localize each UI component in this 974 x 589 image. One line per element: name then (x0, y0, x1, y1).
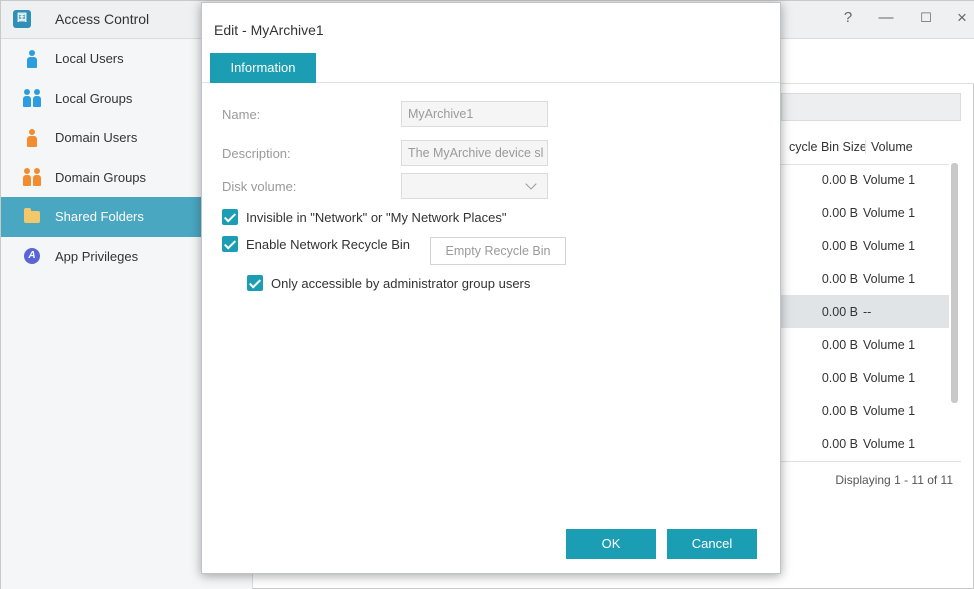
cell-volume: -- (863, 304, 872, 319)
chevron-down-icon (525, 178, 537, 190)
table-row[interactable]: 0.00 B Volume 1 (781, 361, 949, 394)
table-row[interactable]: 0.00 B Volume 1 (781, 427, 949, 460)
sidebar-item-label: Domain Groups (55, 169, 147, 185)
table-row[interactable]: 0.00 B Volume 1 (781, 262, 949, 295)
dialog-title: Edit - MyArchive1 (214, 22, 324, 38)
empty-recycle-bin-button[interactable]: Empty Recycle Bin (430, 237, 566, 265)
table-pagination-status: Displaying 1 - 11 of 11 (781, 461, 961, 497)
enable-recycle-bin-checkbox[interactable] (222, 236, 238, 252)
sidebar-item-label: Shared Folders (55, 209, 144, 225)
app-privileges-icon: A (21, 247, 43, 265)
cell-recycle-bin-size: 0.00 B (821, 205, 858, 220)
sidebar-item-label: App Privileges (55, 248, 139, 264)
ok-button[interactable]: OK (566, 529, 656, 559)
name-field[interactable]: MyArchive1 (401, 101, 548, 127)
scrollbar-thumb[interactable] (951, 163, 958, 403)
cell-recycle-bin-size: 0.00 B (821, 403, 858, 418)
close-button[interactable]: × (947, 7, 974, 29)
app-title: Access Control (55, 11, 150, 27)
cell-volume: Volume 1 (863, 238, 916, 253)
group-icon (21, 89, 43, 108)
user-icon (21, 49, 43, 68)
cell-volume: Volume 1 (863, 172, 916, 187)
name-label: Name: (222, 107, 261, 122)
disk-volume-select[interactable] (401, 173, 548, 199)
cell-recycle-bin-size: 0.00 B (821, 436, 858, 451)
cell-recycle-bin-size: 0.00 B (821, 271, 858, 286)
invisible-in-network-option[interactable]: Invisible in "Network" or "My Network Pl… (222, 209, 506, 225)
disk-volume-label: Disk volume: (222, 179, 297, 194)
table-row[interactable]: 0.00 B Volume 1 (781, 328, 949, 361)
table-row[interactable]: 0.00 B Volume 1 (781, 229, 949, 262)
edit-dialog: Edit - MyArchive1 Information Name: MyAr… (201, 2, 781, 574)
table-header: cycle Bin Size Volume (781, 129, 961, 165)
cell-volume: Volume 1 (863, 436, 916, 451)
sidebar-item-label: Domain Users (55, 130, 138, 146)
app-window: 囯 Access Control ? — ☐ × Local Users Loc… (0, 0, 974, 589)
help-button[interactable]: ? (833, 7, 863, 29)
admin-only-option[interactable]: Only accessible by administrator group u… (247, 275, 530, 291)
cancel-button[interactable]: Cancel (667, 529, 757, 559)
sidebar-item-label: Local Users (55, 51, 124, 67)
cell-recycle-bin-size: 0.00 B (821, 172, 858, 187)
enable-recycle-bin-option[interactable]: Enable Network Recycle Bin (222, 236, 410, 252)
cell-volume: Volume 1 (863, 205, 916, 220)
cell-recycle-bin-size: 0.00 B (821, 370, 858, 385)
minimize-button[interactable]: — (871, 7, 901, 29)
group-icon (21, 168, 43, 187)
table-row[interactable]: 0.00 B Volume 1 (781, 163, 949, 196)
invisible-in-network-label: Invisible in "Network" or "My Network Pl… (246, 209, 507, 225)
sidebar-item-label: Local Groups (55, 90, 133, 106)
tab-information[interactable]: Information (210, 53, 316, 83)
table-row[interactable]: 0.00 B Volume 1 (781, 196, 949, 229)
table-row[interactable]: 0.00 B Volume 1 (781, 394, 949, 427)
cell-volume: Volume 1 (863, 271, 916, 286)
invisible-in-network-checkbox[interactable] (222, 209, 238, 225)
cell-recycle-bin-size: 0.00 B (821, 304, 858, 319)
admin-only-checkbox[interactable] (247, 275, 263, 291)
cell-recycle-bin-size: 0.00 B (821, 337, 858, 352)
maximize-button[interactable]: ☐ (911, 7, 941, 29)
access-control-icon: 囯 (13, 10, 31, 28)
cell-volume: Volume 1 (863, 370, 916, 385)
enable-recycle-bin-label: Enable Network Recycle Bin (246, 236, 411, 252)
cell-volume: Volume 1 (863, 403, 916, 418)
column-header-recycle-bin-size[interactable]: cycle Bin Size (781, 139, 866, 154)
user-icon (21, 128, 43, 147)
admin-only-label: Only accessible by administrator group u… (271, 275, 531, 291)
table-row-selected[interactable]: 0.00 B -- (781, 295, 949, 328)
cell-recycle-bin-size: 0.00 B (821, 238, 858, 253)
cell-volume: Volume 1 (863, 337, 916, 352)
search-input[interactable] (781, 93, 961, 121)
description-label: Description: (222, 146, 291, 161)
folder-icon (21, 207, 43, 226)
description-field[interactable]: The MyArchive device sl (401, 140, 548, 166)
dialog-tab-bar: Information (202, 53, 780, 83)
column-header-volume[interactable]: Volume (866, 140, 913, 154)
